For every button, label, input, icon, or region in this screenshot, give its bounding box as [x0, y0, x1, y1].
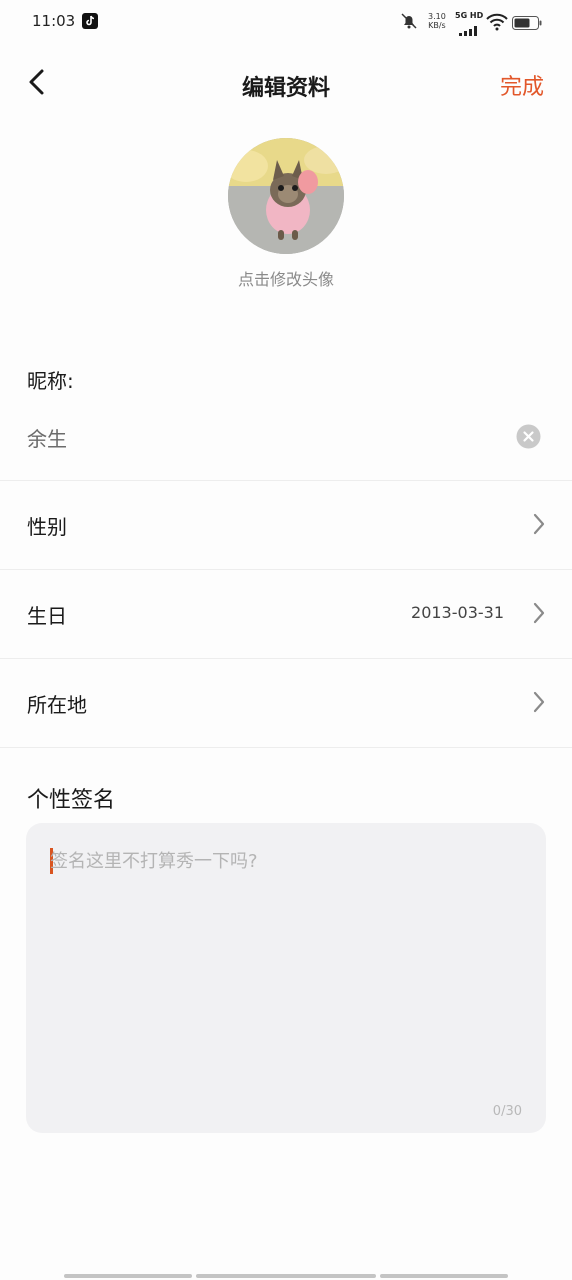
clear-icon[interactable]: [516, 424, 541, 449]
char-counter: 0/30: [492, 1104, 522, 1119]
avatar[interactable]: [228, 138, 344, 254]
nav-bar: 编辑资料 完成: [0, 56, 572, 108]
location-label: 所在地: [27, 693, 87, 717]
birthday-label: 生日: [27, 604, 67, 628]
gender-row[interactable]: 性别: [0, 481, 572, 569]
birthday-row[interactable]: 生日 2013-03-31: [0, 570, 572, 658]
nickname-label: 昵称:: [27, 369, 74, 393]
done-button[interactable]: 完成: [500, 69, 544, 101]
gesture-bar-segment: [196, 1274, 376, 1278]
battery-icon: [512, 15, 542, 34]
chevron-right-icon: [532, 512, 546, 540]
gesture-bar-segment: [64, 1274, 192, 1278]
chevron-right-icon: [532, 601, 546, 629]
gesture-bar-segment: [380, 1274, 508, 1278]
tiktok-icon: [82, 13, 98, 29]
change-avatar-hint[interactable]: 点击修改头像: [0, 266, 572, 290]
status-time: 11:03: [32, 12, 76, 30]
signal-icon: [459, 21, 479, 40]
chevron-right-icon: [532, 690, 546, 718]
wifi-icon: [486, 13, 508, 35]
divider: [0, 747, 572, 748]
avatar-photo: [228, 138, 344, 254]
net-speed-unit: KB/s: [428, 21, 446, 30]
status-bar: 11:03 3.10 KB/s 5G HD: [0, 0, 572, 44]
signature-label: 个性签名: [27, 788, 116, 813]
page-title: 编辑资料: [241, 76, 330, 101]
network-type: 5G HD: [455, 11, 484, 20]
birthday-value: 2013-03-31: [411, 603, 504, 622]
signature-input[interactable]: [50, 847, 520, 1097]
bell-muted-icon: [400, 12, 418, 34]
net-speed: 3.10 KB/s: [428, 12, 446, 30]
net-speed-value: 3.10: [428, 12, 446, 21]
nickname-input[interactable]: [27, 420, 487, 454]
signature-box[interactable]: 0/30: [26, 823, 546, 1133]
gender-label: 性别: [27, 515, 67, 539]
location-row[interactable]: 所在地: [0, 659, 572, 747]
